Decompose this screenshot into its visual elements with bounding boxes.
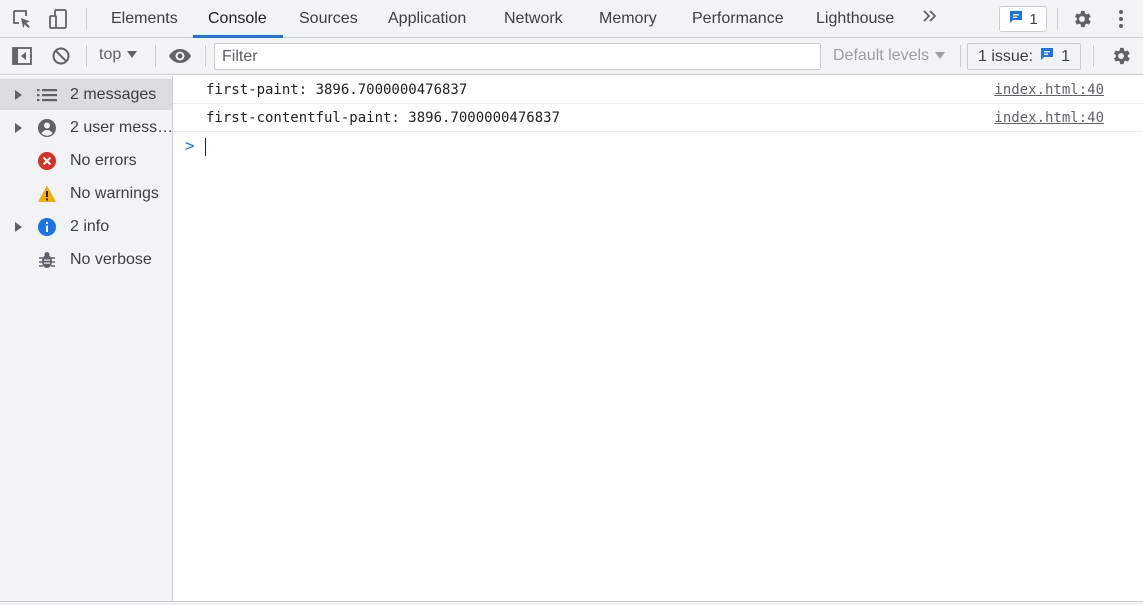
dropdown-triangle-icon — [127, 46, 138, 64]
console-toolbar: top Default levels 1 issue: 1 — [0, 38, 1143, 75]
issues-button-label: 1 issue: — [977, 47, 1034, 65]
issues-button[interactable]: 1 issue: 1 — [967, 43, 1081, 70]
toolbar-separator — [155, 45, 156, 67]
issues-counter-button[interactable]: 1 — [999, 6, 1047, 32]
console-message-source-link[interactable]: index.html:40 — [994, 76, 1104, 104]
sidebar-item-messages[interactable]: 2 messages — [0, 79, 172, 110]
console-output: first-paint: 3896.7000000476837 index.ht… — [173, 76, 1143, 602]
tab-separator — [86, 8, 87, 30]
sidebar-item-errors[interactable]: No errors — [0, 145, 172, 176]
console-message-text: first-contentful-paint: 3896.70000004768… — [206, 110, 561, 126]
clear-console-icon[interactable] — [49, 44, 73, 68]
list-icon — [37, 85, 57, 105]
warning-icon — [37, 184, 57, 204]
sidebar-item-label: No verbose — [70, 251, 152, 268]
tab-elements[interactable]: Elements — [111, 0, 178, 38]
toolbar-separator — [960, 45, 961, 67]
dropdown-triangle-icon — [935, 47, 946, 65]
prompt-chevron-icon: > — [185, 136, 195, 155]
device-toolbar-icon[interactable] — [47, 7, 71, 31]
console-message: first-contentful-paint: 3896.70000004768… — [173, 104, 1143, 132]
console-message-source-link[interactable]: index.html:40 — [994, 104, 1104, 132]
toolbar-separator — [86, 45, 87, 67]
toolbar-separator — [1093, 45, 1094, 67]
message-icon — [1008, 9, 1024, 29]
tab-sources[interactable]: Sources — [299, 0, 358, 38]
javascript-context-select[interactable]: top — [99, 46, 138, 64]
devtools-bottom-edge — [0, 601, 1143, 605]
sidebar-item-user-messages[interactable]: 2 user mess… — [0, 112, 174, 143]
tab-separator — [1057, 8, 1058, 30]
live-expression-eye-icon[interactable] — [168, 44, 192, 68]
message-icon — [1039, 46, 1055, 67]
sidebar-item-label: No errors — [70, 152, 137, 169]
devtools-tab-bar: Elements Console Sources Application Net… — [0, 0, 1143, 38]
sidebar-item-label: 2 messages — [70, 86, 157, 103]
sidebar-item-label: 2 info — [70, 218, 110, 235]
log-levels-label: Default levels — [833, 47, 930, 64]
more-options-kebab-icon[interactable] — [1109, 7, 1133, 31]
tab-application[interactable]: Application — [388, 0, 466, 38]
expand-arrow-icon[interactable] — [15, 123, 22, 133]
text-caret — [205, 138, 206, 156]
bug-icon — [37, 250, 57, 270]
console-message: first-paint: 3896.7000000476837 index.ht… — [173, 76, 1143, 104]
info-icon — [37, 217, 57, 237]
tab-console[interactable]: Console — [208, 0, 267, 38]
console-sidebar: 2 messages 2 user mess… No errors No war… — [0, 76, 173, 602]
sidebar-item-label: 2 user mess… — [70, 119, 174, 136]
error-icon — [37, 151, 57, 171]
toolbar-separator — [205, 45, 206, 67]
context-select-value: top — [99, 46, 122, 63]
log-levels-dropdown[interactable]: Default levels — [833, 47, 946, 65]
tab-performance[interactable]: Performance — [692, 0, 784, 38]
issues-counter-value: 1 — [1029, 10, 1038, 28]
sidebar-item-warnings[interactable]: No warnings — [0, 178, 172, 209]
sidebar-item-label: No warnings — [70, 185, 159, 202]
console-filter-input[interactable] — [214, 43, 821, 70]
console-prompt[interactable]: > — [173, 132, 1143, 158]
settings-gear-icon[interactable] — [1070, 7, 1094, 31]
sidebar-toggle-icon[interactable] — [10, 44, 34, 68]
user-icon — [37, 118, 57, 138]
sidebar-item-info[interactable]: 2 info — [0, 211, 172, 242]
console-message-text: first-paint: 3896.7000000476837 — [206, 82, 468, 98]
tab-memory[interactable]: Memory — [599, 0, 657, 38]
tab-lighthouse[interactable]: Lighthouse — [816, 0, 894, 38]
more-tabs-chevron-icon[interactable] — [922, 8, 938, 29]
tab-network[interactable]: Network — [504, 0, 563, 38]
expand-arrow-icon[interactable] — [15, 90, 22, 100]
sidebar-item-verbose[interactable]: No verbose — [0, 244, 172, 275]
issues-button-count: 1 — [1061, 47, 1071, 65]
expand-arrow-icon[interactable] — [15, 222, 22, 232]
console-settings-gear-icon[interactable] — [1109, 44, 1133, 68]
inspect-element-icon[interactable] — [10, 7, 34, 31]
